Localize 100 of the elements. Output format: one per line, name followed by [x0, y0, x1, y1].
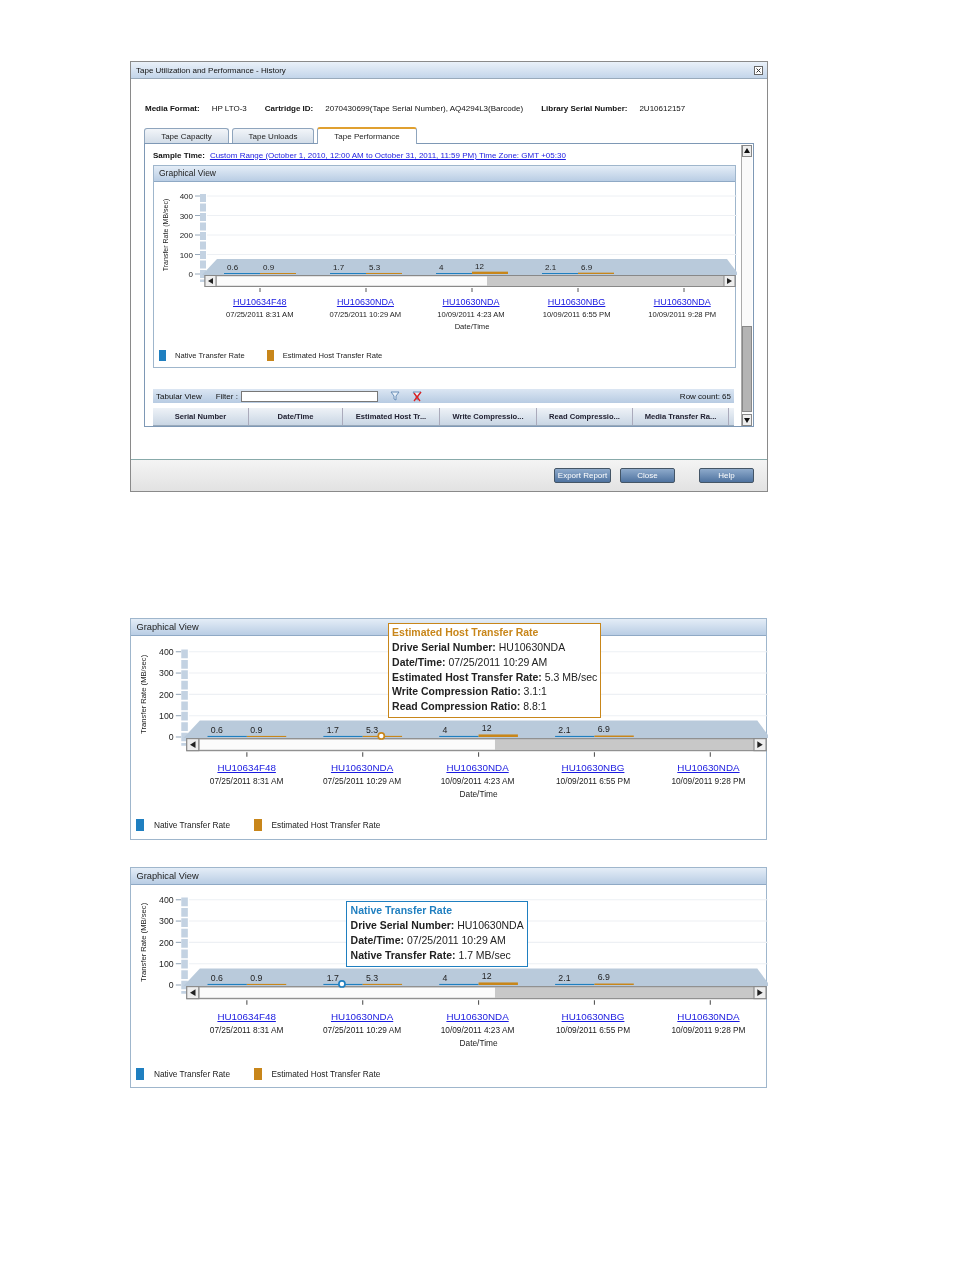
data-label: 4 — [439, 263, 444, 273]
axis-tick-label: 300 — [179, 211, 193, 221]
serial-link[interactable]: HU10630NDA — [336, 296, 394, 309]
scrollbar[interactable] — [186, 986, 767, 1000]
field-value: 2U10612157 — [639, 103, 686, 113]
data-label: 2.1 — [558, 973, 571, 984]
field-value: 2070430699(Tape Serial Number), AQ4294L3(Barcode) — [325, 103, 524, 113]
serial-link[interactable]: HU10634F48 — [233, 296, 287, 309]
serial-link[interactable]: HU10630NDA — [446, 760, 509, 775]
axis-tick-label: 0 — [168, 980, 174, 991]
data-label: 2.1 — [545, 263, 557, 273]
axis-tick-label: 10/09/2011 4:23 AM — [440, 775, 515, 789]
axis-tick-label: 07/25/2011 10:29 AM — [322, 775, 402, 789]
data-label: 1.7 — [326, 973, 339, 984]
tooltip-line: Drive Serial Number: HU10630NDA — [392, 640, 567, 655]
scrollbar[interactable] — [204, 275, 736, 288]
data-label: 0.9 — [250, 973, 263, 984]
data-label: 4 — [442, 973, 448, 984]
tooltip-line: Native Transfer Rate: 1.7 MB/sec — [350, 948, 512, 963]
data-label: 2.1 — [558, 724, 571, 735]
data-label: 12 — [481, 723, 492, 734]
axis-tick-label: 200 — [159, 938, 174, 949]
scroll-down-button[interactable] — [742, 414, 752, 426]
scrollbar[interactable] — [741, 145, 752, 426]
tooltip-line: Write Compression Ratio: 3.1:1 — [392, 685, 548, 700]
axis-tick-label: 100 — [159, 959, 174, 970]
axis-tick-label: 400 — [159, 646, 174, 657]
field-label: Media Format: — [145, 103, 200, 113]
data-label: 4 — [442, 724, 448, 735]
axis-tick-label: 400 — [179, 192, 193, 202]
axis-tick-label: 10/09/2011 9:28 PM — [671, 1023, 746, 1037]
axis-title: Transfer Rate (MB/sec) — [139, 903, 149, 983]
tooltip-line: Date/Time: 07/25/2011 10:29 AM — [392, 655, 549, 670]
field-label: Cartridge ID: — [264, 103, 314, 113]
data-label: 1.7 — [333, 263, 345, 273]
field-value: HP LTO-3 — [211, 103, 247, 113]
data-label: 0.6 — [210, 973, 223, 984]
data-label: 6.9 — [597, 724, 610, 735]
axis-title: Date/Time — [459, 789, 498, 800]
data-label: 5.3 — [366, 973, 379, 984]
tooltip-line: Date/Time: 07/25/2011 10:29 AM — [350, 934, 507, 948]
section-title: Tabular View — [156, 391, 202, 401]
filter-field[interactable] — [240, 390, 378, 402]
window-title: Tape Utilization and Performance - History — [136, 65, 286, 75]
axis-title: Transfer Rate (MB/sec) — [139, 654, 149, 734]
field-label: Library Serial Number: — [541, 103, 628, 113]
data-label: 0.6 — [210, 724, 223, 735]
data-label: 0.9 — [263, 263, 275, 273]
data-label: 5.3 — [366, 724, 379, 735]
tooltip-title: Native Transfer Rate — [350, 904, 453, 919]
axis-tick-label: 200 — [179, 231, 193, 241]
bar[interactable] — [472, 272, 508, 275]
close-icon[interactable] — [754, 65, 763, 75]
serial-link[interactable]: HU10630NDA — [446, 1009, 509, 1023]
legend-label: Native Transfer Rate — [153, 820, 230, 831]
serial-link[interactable]: HU10630NDA — [330, 1009, 394, 1023]
serial-link[interactable]: HU10630NBG — [561, 760, 625, 775]
data-label: 12 — [481, 971, 492, 982]
serial-link[interactable]: HU10634F48 — [217, 760, 276, 775]
scrollbar[interactable] — [186, 738, 767, 752]
filter-icon[interactable] — [389, 391, 400, 402]
legend-label: Native Transfer Rate — [153, 1069, 230, 1079]
axis-tick-label: 100 — [179, 250, 193, 260]
serial-link[interactable]: HU10630NDA — [442, 296, 500, 309]
serial-link[interactable]: HU10630NDA — [677, 760, 740, 775]
serial-link[interactable]: HU10634F48 — [217, 1009, 276, 1023]
axis-title: Date/Time — [459, 1037, 498, 1048]
data-label: 1.7 — [326, 724, 339, 735]
axis-tick-label: 10/09/2011 4:23 AM — [440, 1023, 515, 1037]
tooltip-line: Drive Serial Number: HU10630NDA — [350, 919, 524, 934]
tab[interactable]: Tape Performance — [317, 127, 417, 144]
scroll-up-button[interactable] — [742, 145, 752, 157]
tooltip-line: Estimated Host Transfer Rate: 5.3 MB/sec — [392, 670, 598, 685]
clear-filter-icon[interactable] — [411, 390, 422, 402]
bar[interactable] — [478, 982, 518, 986]
serial-link[interactable]: HU10630NDA — [677, 1009, 740, 1023]
field-label: Filter : — [215, 391, 238, 401]
serial-link[interactable]: HU10630NDA — [330, 760, 394, 775]
tab[interactable]: Tape Unloads — [232, 128, 314, 143]
axis-tick-label: 100 — [159, 710, 174, 721]
legend-label: Estimated Host Transfer Rate — [271, 1069, 381, 1079]
data-label: 6.9 — [581, 263, 593, 273]
data-label: 0.9 — [250, 724, 263, 735]
row-count: Row count: 65 — [679, 391, 731, 401]
tooltip-line: Read Compression Ratio: 8.8:1 — [392, 700, 548, 715]
panel-header: Graphical View — [131, 867, 767, 885]
serial-link[interactable]: HU10630NBG — [561, 1009, 625, 1023]
sample-time-link[interactable]: Custom Range (October 1, 2010, 12:00 AM to October 31, 2011, 11:59 PM) Time Zone: GMT +05:30 — [209, 150, 566, 160]
scroll-thumb[interactable] — [742, 326, 752, 412]
tab[interactable]: Tape Capacity — [144, 128, 229, 143]
serial-link[interactable]: HU10630NDA — [653, 296, 711, 309]
field-label: Sample Time: — [153, 150, 205, 160]
axis-tick-label: 0 — [168, 732, 174, 743]
data-label: 0.6 — [227, 263, 239, 273]
axis-tick-label: 07/25/2011 10:29 AM — [322, 1023, 402, 1037]
legend-label: Estimated Host Transfer Rate — [271, 820, 381, 831]
axis-tick-label: 300 — [159, 668, 174, 679]
axis-tick-label: 10/09/2011 6:55 PM — [555, 1023, 631, 1037]
serial-link[interactable]: HU10630NBG — [547, 296, 606, 309]
axis-tick-label: 07/25/2011 8:31 AM — [209, 775, 284, 789]
